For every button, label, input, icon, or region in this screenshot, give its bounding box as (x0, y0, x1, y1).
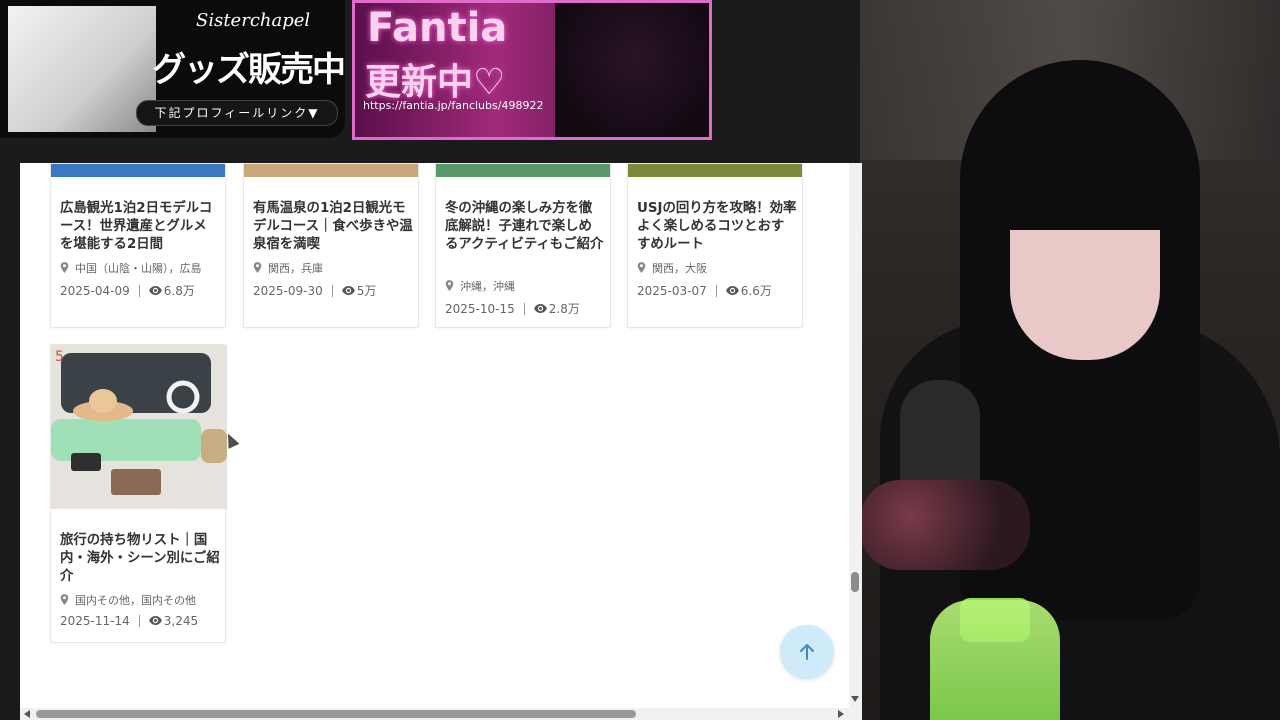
article-date: 2025-11-14 (60, 614, 130, 628)
article-title[interactable]: 広島観光1泊2日モデルコース！世界遺産とグルメを堪能する2日間 (60, 200, 220, 254)
map-pin-icon (253, 262, 262, 273)
article-views: 6.6万 (740, 284, 772, 298)
divider (138, 285, 140, 297)
article-title[interactable]: 旅行の持ち物リスト｜国内・海外・シーン別にご紹介 (60, 532, 220, 586)
article-location: 関西，大阪 (637, 260, 707, 276)
banner-brand: Sisterchapel (196, 10, 311, 31)
article-location: 国内その他，国内その他 (60, 592, 196, 608)
article-date: 2025-10-15 (445, 302, 515, 316)
horizontal-scroll-thumb[interactable] (36, 710, 636, 718)
suitcase-illustration (51, 345, 227, 509)
article-meta: 2025-03-07 6.6万 (637, 282, 772, 299)
horizontal-scrollbar[interactable] (20, 708, 862, 720)
location-text: 関西，大阪 (652, 262, 707, 275)
article-location: 沖縄，沖縄 (445, 278, 515, 294)
article-card[interactable]: 冬の沖縄の楽しみ方を徹底解説！子連れで楽しめるアクティビティもご紹介 沖縄，沖縄… (435, 163, 611, 328)
article-title[interactable]: 有馬温泉の1泊2日観光モデルコース｜食べ歩きや温泉宿を満喫 (253, 200, 413, 254)
article-thumbnail[interactable] (628, 164, 802, 177)
divider (715, 285, 717, 297)
webcam-feed (860, 0, 1280, 720)
article-meta: 2025-09-30 5万 (253, 282, 376, 299)
article-thumbnail[interactable] (51, 164, 225, 177)
vertical-scrollbar[interactable] (849, 163, 862, 708)
location-text: 国内その他，国内その他 (75, 594, 196, 607)
eye-icon (148, 616, 162, 625)
banner-model-image (555, 3, 709, 137)
article-title[interactable]: USJの回り方を攻略！効率よく楽しめるコツとおすすめルート (637, 200, 797, 254)
fantia-subtitle: 更新中♡ (365, 62, 506, 103)
mic-scrunchie (860, 480, 1030, 570)
scroll-down-arrow[interactable] (851, 696, 859, 702)
divider (331, 285, 333, 297)
scroll-right-arrow[interactable] (838, 710, 844, 718)
map-pin-icon (445, 280, 454, 291)
eye-icon (725, 286, 739, 295)
eye-icon (533, 304, 547, 313)
vertical-scroll-thumb[interactable] (851, 572, 859, 592)
article-date: 2025-03-07 (637, 284, 707, 298)
eye-icon (341, 286, 355, 295)
scroll-left-arrow[interactable] (24, 710, 30, 718)
location-text: 沖縄，沖縄 (460, 280, 515, 293)
location-text: 中国（山陰・山陽），広島 (75, 262, 202, 275)
arrow-up-icon (800, 644, 814, 660)
article-meta: 2025-11-14 3,245 (60, 614, 198, 628)
location-text: 関西，兵庫 (268, 262, 323, 275)
browser-viewport: 広島観光1泊2日モデルコース！世界遺産とグルメを堪能する2日間 中国（山陰・山陽… (20, 163, 862, 720)
article-date: 2025-04-09 (60, 284, 130, 298)
map-pin-icon (60, 594, 69, 605)
banner-headline: グッズ販売中 (152, 50, 345, 90)
goods-banner: Sisterchapel グッズ販売中 下記プロフィールリンク▼ (0, 0, 345, 138)
article-views: 3,245 (163, 614, 199, 628)
article-meta: 2025-04-09 6.8万 (60, 282, 195, 299)
drink-bottle (930, 600, 1060, 720)
article-card[interactable]: 有馬温泉の1泊2日観光モデルコース｜食べ歩きや温泉宿を満喫 関西，兵庫 2025… (243, 163, 419, 328)
article-thumbnail[interactable] (244, 164, 418, 177)
article-card[interactable]: 広島観光1泊2日モデルコース！世界遺産とグルメを堪能する2日間 中国（山陰・山陽… (50, 163, 226, 328)
fantia-title: Fantia (367, 5, 508, 51)
article-thumbnail[interactable] (436, 164, 610, 177)
banner-link-text: 下記プロフィールリンク▼ (136, 100, 338, 126)
divider (138, 615, 140, 627)
article-card[interactable]: USJの回り方を攻略！効率よく楽しめるコツとおすすめルート 関西，大阪 2025… (627, 163, 803, 328)
article-title[interactable]: 冬の沖縄の楽しみ方を徹底解説！子連れで楽しめるアクティビティもご紹介 (445, 200, 605, 254)
rank-badge: 5 (55, 349, 64, 365)
article-location: 中国（山陰・山陽），広島 (60, 260, 202, 276)
scroll-to-top-button[interactable] (780, 625, 834, 679)
divider (523, 303, 525, 315)
article-views: 5万 (356, 284, 377, 298)
article-views: 2.8万 (548, 302, 580, 316)
article-views: 6.8万 (163, 284, 195, 298)
banner-photo (8, 6, 156, 132)
article-date: 2025-09-30 (253, 284, 323, 298)
article-thumbnail[interactable]: 5 (51, 345, 227, 509)
map-pin-icon (637, 262, 646, 273)
article-ranking-page: 広島観光1泊2日モデルコース！世界遺産とグルメを堪能する2日間 中国（山陰・山陽… (20, 163, 848, 708)
article-card[interactable]: 5 旅行の持ち物リスト｜国内・海外・シーン別にご紹介 国内その他，国内その他 2… (50, 344, 227, 643)
fantia-banner: Fantia 更新中♡ https://fantia.jp/fanclubs/4… (352, 0, 712, 140)
map-pin-icon (60, 262, 69, 273)
article-location: 関西，兵庫 (253, 260, 323, 276)
fantia-url: https://fantia.jp/fanclubs/498922 (363, 99, 544, 112)
article-meta: 2025-10-15 2.8万 (445, 300, 580, 317)
eye-icon (148, 286, 162, 295)
